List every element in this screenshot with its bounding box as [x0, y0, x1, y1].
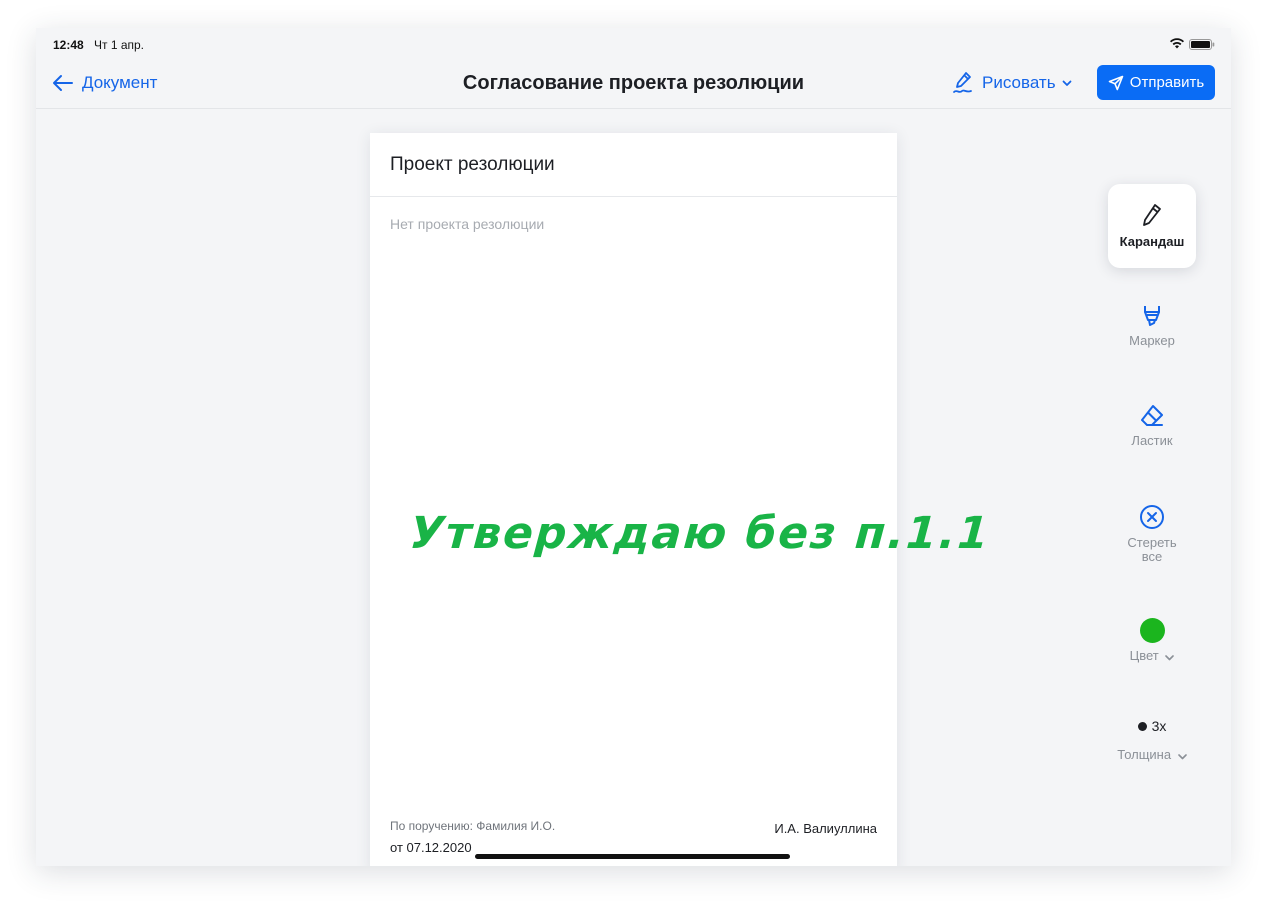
chevron-down-icon: [1177, 749, 1187, 763]
chevron-down-icon: [1165, 650, 1175, 664]
assigned-by-text: По поручению: Фамилия И.О.: [390, 819, 556, 833]
tool-thickness[interactable]: 3x Толщина: [1108, 718, 1196, 763]
battery-icon: [1189, 39, 1215, 53]
status-date: Чт 1 апр.: [94, 38, 145, 52]
sheet-header: Проект резолюции: [370, 133, 897, 197]
clear-circle-icon: [1108, 504, 1196, 530]
clear-all-line2: все: [1141, 549, 1163, 564]
ipad-screen: 12:48 Чт 1 апр. Документ Согласование пр…: [36, 28, 1231, 866]
pencil-signature-icon: [952, 71, 974, 95]
document-date: от 07.12.2020: [390, 840, 472, 855]
marker-icon: [1108, 304, 1196, 328]
status-time: 12:48: [53, 38, 84, 52]
draw-mode-button[interactable]: Рисовать: [952, 68, 1072, 98]
tool-pencil[interactable]: Карандаш: [1108, 184, 1196, 268]
tool-eraser[interactable]: Ластик: [1108, 404, 1196, 448]
clear-all-line1: Стереть: [1127, 535, 1177, 550]
pencil-icon: [1108, 184, 1196, 229]
tool-clear-all[interactable]: Стереть все: [1108, 504, 1196, 564]
tool-clear-all-label: Стереть все: [1108, 536, 1196, 564]
thickness-value-row: 3x: [1108, 718, 1196, 734]
handwritten-annotation: Утверждаю без п.1.1: [408, 508, 993, 559]
thickness-value: 3x: [1151, 718, 1167, 734]
home-indicator: [475, 854, 790, 859]
selected-color-swatch: [1139, 618, 1165, 643]
send-label: Отправить: [1129, 74, 1205, 91]
send-icon: [1108, 75, 1124, 90]
tool-pencil-label: Карандаш: [1119, 234, 1185, 249]
send-button[interactable]: Отправить: [1097, 65, 1215, 100]
tool-color[interactable]: Цвет: [1108, 618, 1196, 664]
thickness-dot-icon: [1137, 721, 1147, 731]
tool-color-label: Цвет: [1108, 649, 1196, 664]
tool-thickness-label: Толщина: [1108, 748, 1196, 763]
eraser-icon: [1108, 404, 1196, 428]
sheet-title: Проект резолюции: [390, 154, 555, 175]
signer-name: И.А. Валиуллина: [774, 821, 877, 836]
thickness-label-text: Толщина: [1117, 747, 1172, 762]
color-label-text: Цвет: [1129, 648, 1159, 663]
tool-marker-label: Маркер: [1129, 333, 1175, 348]
tool-marker[interactable]: Маркер: [1108, 304, 1196, 348]
resolution-sheet[interactable]: Проект резолюции Нет проекта резолюции У…: [370, 133, 992, 866]
empty-resolution-placeholder: Нет проекта резолюции: [390, 216, 545, 232]
draw-mode-label: Рисовать: [982, 73, 1056, 92]
assignment-info: По поручению: Фамилия И.О. от 07.12.2020: [390, 819, 555, 855]
chevron-down-icon: [1062, 80, 1072, 87]
wifi-icon: [1169, 37, 1185, 52]
tool-eraser-label: Ластик: [1131, 433, 1173, 448]
status-bar: 12:48 Чт 1 апр.: [36, 28, 1231, 60]
navigation-bar: Документ Согласование проекта резолюции …: [36, 60, 1231, 109]
